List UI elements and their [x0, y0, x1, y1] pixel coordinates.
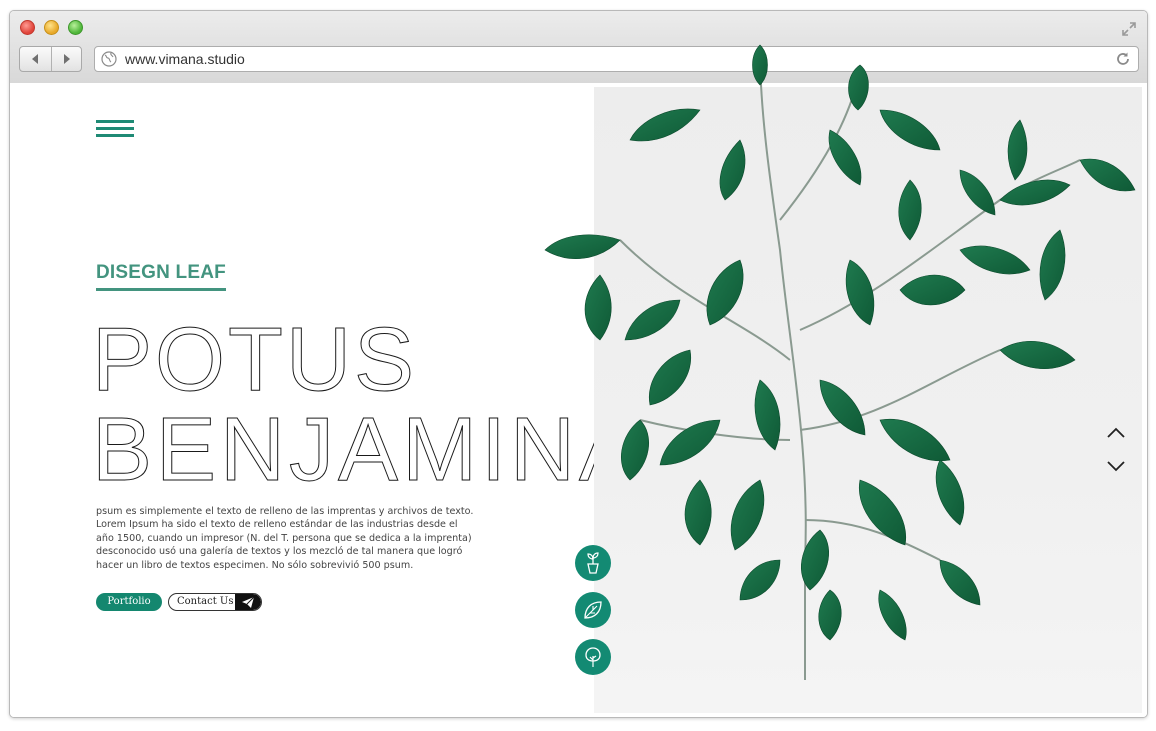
forward-arrow-icon	[64, 54, 70, 64]
category-leaf-button[interactable]	[575, 592, 611, 628]
browser-toolbar: www.vimana.studio	[10, 11, 1147, 84]
hero-title-line1: POTUS	[91, 310, 418, 410]
chevron-up-icon[interactable]	[1107, 427, 1125, 439]
eyebrow-label: DISEGN LEAF	[96, 262, 226, 291]
potted-plant-icon	[587, 552, 599, 574]
leaf-icon	[584, 601, 602, 619]
tree-icon	[585, 647, 601, 667]
back-arrow-icon	[32, 54, 38, 64]
close-window-button[interactable]	[20, 20, 35, 35]
url-text[interactable]: www.vimana.studio	[125, 51, 245, 67]
minimize-window-button[interactable]	[44, 20, 59, 35]
back-button[interactable]	[20, 47, 52, 71]
category-tree-button[interactable]	[575, 639, 611, 675]
fullscreen-icon[interactable]	[1121, 21, 1137, 37]
address-bar[interactable]: www.vimana.studio	[94, 46, 1139, 72]
contact-us-label: Contact Us	[177, 596, 234, 607]
zoom-window-button[interactable]	[68, 20, 83, 35]
portfolio-button[interactable]: Portfolio	[96, 593, 162, 611]
category-potted-plant-button[interactable]	[575, 545, 611, 581]
page-content: DISEGN LEAF POTUS BENJAMINA psum es simp…	[10, 83, 1147, 717]
plant-photo	[594, 87, 1142, 713]
forward-button[interactable]	[51, 47, 82, 71]
paper-plane-icon	[235, 594, 261, 610]
hamburger-menu-icon[interactable]	[96, 120, 134, 140]
history-nav	[19, 46, 82, 72]
contact-us-button[interactable]: Contact Us	[168, 593, 262, 611]
hero-title-line2: BENJAMINA	[91, 400, 644, 500]
hero-description: psum es simplemente el texto de relleno …	[96, 506, 474, 571]
chevron-down-icon[interactable]	[1107, 460, 1125, 472]
browser-window: www.vimana.studio DISEGN LEAF POTUS BENJ…	[9, 10, 1148, 718]
globe-icon	[101, 51, 117, 67]
reload-icon[interactable]	[1115, 51, 1131, 67]
